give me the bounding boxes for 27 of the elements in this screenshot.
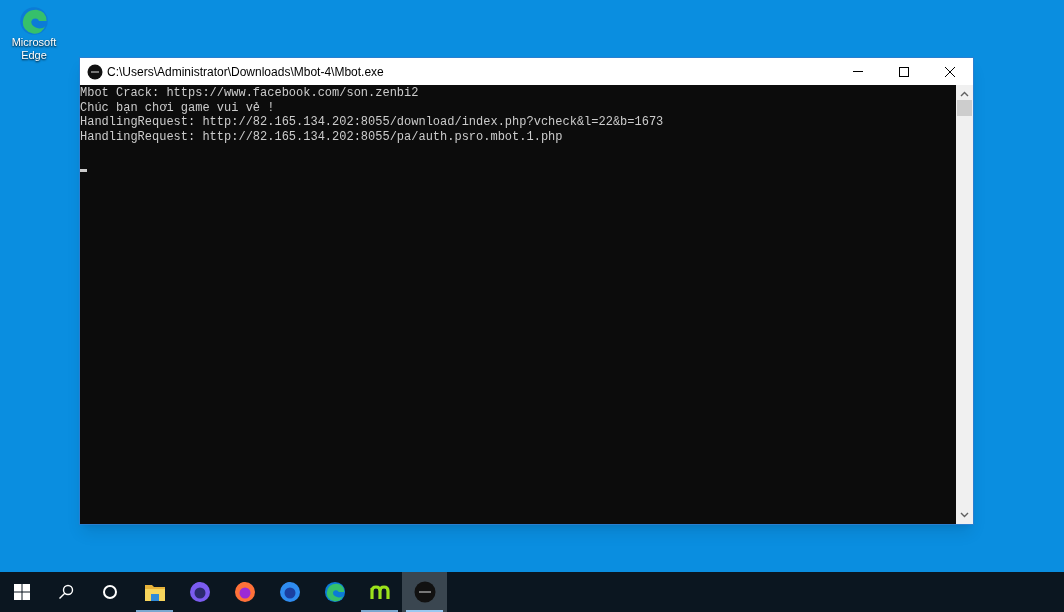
maximize-icon <box>899 66 909 77</box>
app-icon <box>87 63 103 80</box>
console-line: HandlingRequest: http://82.165.134.202:8055/download/index.php?vcheck&l=22&b=1673 <box>80 115 664 130</box>
scroll-up-icon[interactable] <box>960 91 969 97</box>
console-line: Mbot Crack: https://www.facebook.com/son.zenbi2 <box>80 86 419 101</box>
circle-icon <box>102 584 118 600</box>
running-indicator <box>361 610 398 612</box>
windows-icon <box>14 584 30 600</box>
desktop-shortcut[interactable]: Microsoft Edge <box>4 6 64 62</box>
shortcut-label: Microsoft Edge <box>10 36 58 62</box>
search-icon <box>58 584 74 600</box>
scroll-down-icon[interactable] <box>960 512 969 518</box>
running-indicator <box>406 610 443 612</box>
window-title: C:\Users\Administrator\Downloads\Mbot-4\Mbot.exe <box>107 63 384 81</box>
taskbar-button[interactable] <box>402 572 447 612</box>
console-line: Chúc bạn chơi game vui vẻ ! <box>80 100 275 115</box>
edge-icon <box>323 581 346 603</box>
scroll-thumb[interactable] <box>957 100 972 116</box>
running-indicator <box>136 610 173 612</box>
minimize-icon <box>853 71 863 72</box>
app-logo-icon <box>369 583 390 601</box>
console-line: HandlingRequest: http://82.165.134.202:8055/pa/auth.psro.mbot.1.php <box>80 129 563 144</box>
folder-icon <box>144 583 165 601</box>
scrollbar[interactable] <box>956 85 973 524</box>
app-icon <box>413 581 436 603</box>
edge-icon <box>19 6 49 36</box>
close-icon <box>945 66 955 77</box>
